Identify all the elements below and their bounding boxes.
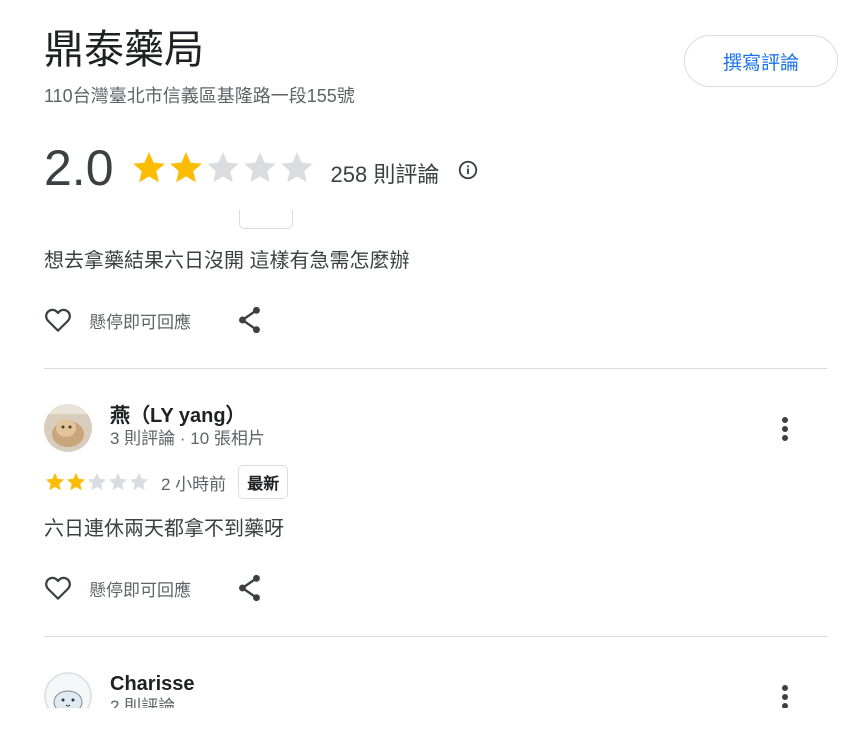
review-divider [44,368,827,369]
new-badge: 最新 [238,465,289,499]
share-icon [239,306,260,334]
reviewer-avatar[interactable] [44,404,92,452]
reviewer-meta: 2 則評論 [110,697,176,708]
share-button[interactable] [235,573,265,603]
share-icon [239,574,260,602]
review-time: 2 小時前 [161,474,227,494]
star-filled-icon [66,472,86,491]
more-options-button[interactable] [772,677,798,708]
star-empty-icon [243,152,276,183]
review-text: 六日連休兩天都拿不到藥呀 [44,518,284,540]
reviewer-header: Charisse 2 則評論 [44,672,195,708]
review-text: 想去拿藥結果六日沒開 這樣有急需怎麼辦 [44,250,410,272]
review-actions: 懸停即可回應 [42,570,265,606]
review-actions: 懸停即可回應 [42,302,265,338]
rating-summary: 2.0 258 則評論 [44,136,479,200]
rating-stars [130,149,315,187]
heart-outline-icon [45,576,71,600]
more-vertical-icon [782,685,788,708]
review-count[interactable]: 258 則評論 [331,157,440,189]
like-label: 懸停即可回應 [89,580,191,600]
star-filled-icon [132,152,165,183]
more-vertical-icon [782,417,788,441]
reviewer-meta: 3 則評論 · 10 張相片 [110,429,265,448]
review-clip: Charisse 2 則評論 [0,660,856,708]
star-empty-icon [87,472,107,491]
more-options-button[interactable] [772,409,798,449]
place-address: 110台灣臺北市信義區基隆路一段155號 [44,86,355,106]
reviewer-name[interactable]: Charisse [110,672,195,696]
info-icon[interactable] [457,159,479,181]
like-button[interactable]: 懸停即可回應 [42,305,191,335]
write-review-button[interactable]: 撰寫評論 [684,35,838,87]
star-empty-icon [129,472,149,491]
like-button[interactable]: 懸停即可回應 [42,573,191,603]
share-button[interactable] [235,305,265,335]
clipped-badge [239,210,293,229]
star-filled-icon [45,472,65,491]
star-empty-icon [108,472,128,491]
rating-value: 2.0 [44,140,114,196]
reviewer-name[interactable]: 燕（LY yang） [110,404,265,428]
review-divider [44,636,827,637]
star-empty-icon [280,152,313,183]
heart-outline-icon [45,308,71,332]
reviewer-header: 燕（LY yang） 3 則評論 · 10 張相片 [44,404,265,452]
place-title: 鼎泰藥局 [44,28,204,72]
review-stars [44,471,149,493]
review-rating-line: 2 小時前 最新 [44,465,289,499]
star-empty-icon [206,152,239,183]
like-label: 懸停即可回應 [89,312,191,332]
star-filled-icon [169,152,202,183]
reviewer-avatar[interactable] [44,672,92,708]
